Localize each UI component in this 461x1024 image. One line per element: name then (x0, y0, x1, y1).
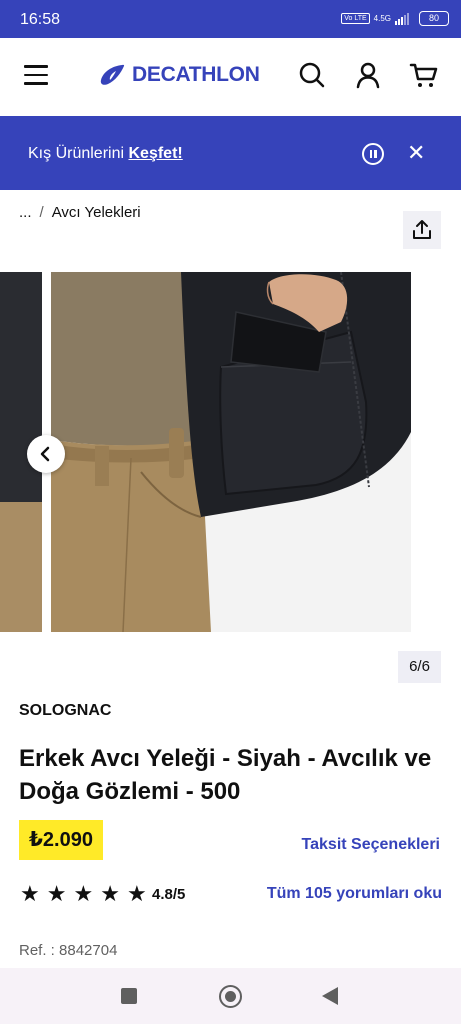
promo-label: Kış Ürünlerini (28, 145, 129, 162)
chevron-left-icon (40, 446, 50, 462)
gallery-prev-button[interactable] (27, 435, 65, 473)
product-brand[interactable]: SOLOGNAC (19, 702, 111, 720)
star-icon: ★ (73, 881, 94, 906)
status-time: 16:58 (20, 11, 61, 28)
logo-mark-icon (100, 64, 125, 85)
status-bar: 16:58 Vo LTE 4.5G 80 (0, 0, 461, 38)
search-icon[interactable] (297, 60, 327, 90)
star-icon: ★ (126, 881, 147, 906)
close-icon[interactable]: ✕ (407, 141, 425, 165)
promo-text: Kış Ürünlerini Keşfet! (28, 145, 183, 163)
status-icons: Vo LTE 4.5G 80 (341, 11, 449, 26)
breadcrumb-ellipsis[interactable]: ... (19, 204, 32, 221)
battery-level: 80 (428, 13, 439, 23)
promo-link[interactable]: Keşfet! (128, 145, 182, 162)
recents-icon[interactable] (121, 988, 137, 1004)
rating-stars: ★ ★ ★ ★ ★ (20, 883, 147, 905)
product-price: ₺2.090 (19, 820, 103, 860)
decathlon-logo[interactable]: DECATHLON (100, 63, 260, 87)
battery-icon: 80 (419, 11, 449, 26)
installment-options-link[interactable]: Taksit Seçenekleri (302, 836, 440, 854)
star-icon: ★ (20, 881, 40, 906)
product-title: Erkek Avcı Yeleği - Siyah - Avcılık ve D… (19, 745, 432, 805)
vest-photo (51, 272, 411, 632)
back-icon[interactable] (322, 987, 338, 1005)
network-type: 4.5G (373, 14, 391, 23)
cart-icon[interactable] (409, 60, 439, 90)
menu-icon[interactable] (24, 65, 48, 85)
product-reference: Ref. : 8842704 (19, 942, 118, 959)
rating-value: 4.8/5 (152, 886, 186, 903)
signal-icon (395, 12, 409, 25)
account-icon[interactable] (353, 60, 383, 90)
product-gallery[interactable] (0, 272, 461, 632)
promo-banner: Kış Ürünlerini Keşfet! ✕ (0, 116, 461, 190)
logo-text: DECATHLON (132, 63, 260, 86)
product-image[interactable] (51, 272, 411, 632)
pause-icon[interactable] (362, 143, 384, 165)
breadcrumb-separator: / (39, 204, 44, 221)
breadcrumb-current[interactable]: Avcı Yelekleri (52, 204, 141, 221)
system-nav-bar (0, 968, 461, 1024)
read-reviews-link[interactable]: Tüm 105 yorumları oku (267, 885, 442, 903)
gallery-counter: 6/6 (398, 651, 441, 683)
star-icon: ★ (46, 881, 67, 906)
home-icon[interactable] (219, 985, 242, 1008)
breadcrumb: ... / Avcı Yelekleri (19, 204, 141, 221)
star-icon: ★ (100, 881, 120, 906)
share-icon (413, 220, 431, 239)
site-header: DECATHLON (0, 38, 461, 116)
volte-indicator: Vo LTE (341, 13, 370, 24)
share-button[interactable] (403, 211, 441, 249)
